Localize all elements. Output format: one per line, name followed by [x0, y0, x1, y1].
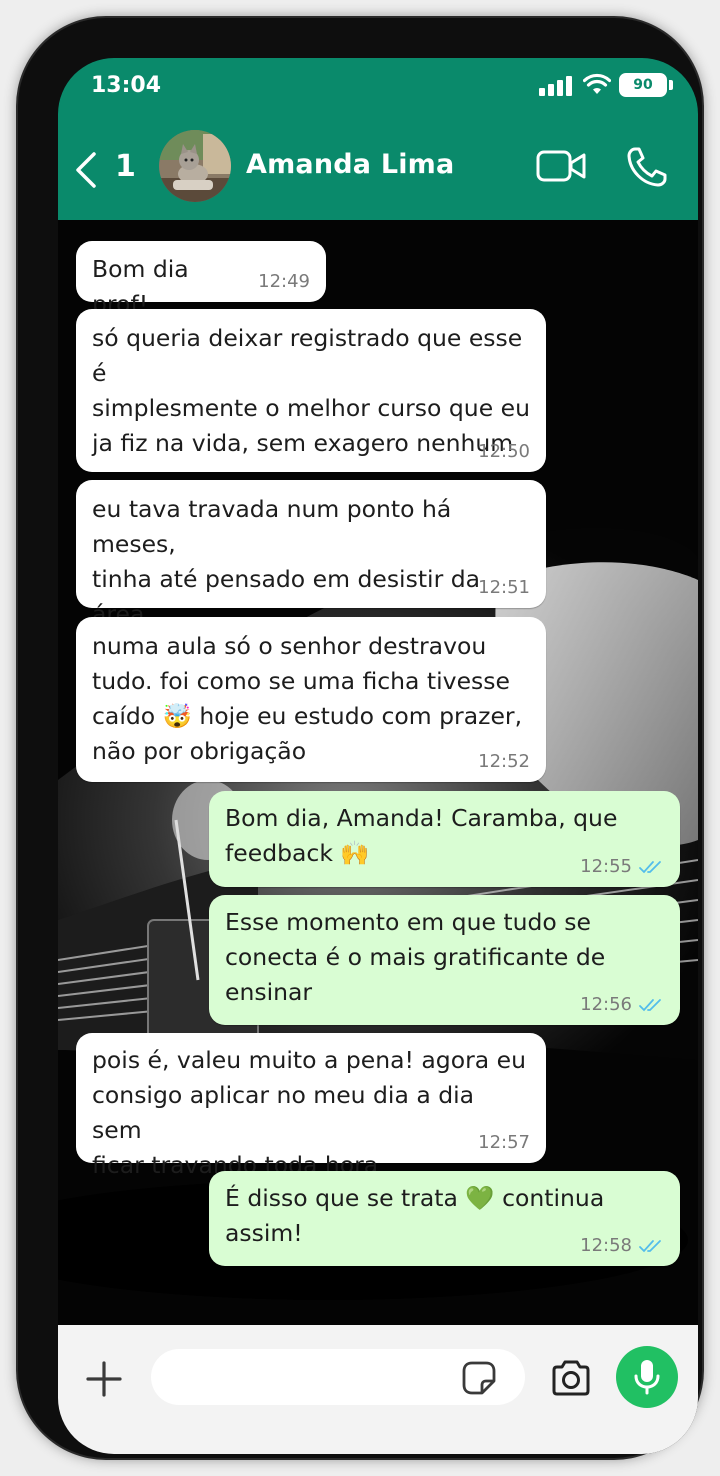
message-time: 12:56: [580, 994, 632, 1015]
message-timestamp: 12:55: [580, 857, 664, 877]
plus-icon: [86, 1361, 122, 1397]
incoming-message[interactable]: numa aula só o senhor destravou tudo. fo…: [76, 617, 546, 782]
double-check-icon: [639, 999, 661, 1012]
unread-count[interactable]: 1: [115, 149, 136, 184]
incoming-message[interactable]: pois é, valeu muito a pena! agora eu con…: [76, 1033, 546, 1179]
double-check-icon: [639, 861, 661, 874]
chat-area: Bom dia prof! 12:49 só queria deixar regis…: [58, 220, 698, 1325]
microphone-icon: [634, 1360, 660, 1395]
incoming-message[interactable]: eu tava travada num ponto há meses, tinh…: [76, 480, 546, 628]
video-call-button[interactable]: [536, 148, 588, 186]
message-time: 12:57: [478, 1132, 530, 1153]
message-time: 12:50: [478, 441, 530, 462]
input-bar: [58, 1325, 698, 1454]
sticker-button[interactable]: [458, 1357, 500, 1399]
message-timestamp: 12:56: [580, 995, 664, 1015]
chat-header: 13:04 90 1 Amanda Lima: [58, 58, 698, 220]
battery-tip: [669, 80, 673, 90]
message-timestamp: 12:52: [478, 752, 530, 772]
message-time: 12:58: [580, 1235, 632, 1256]
avatar[interactable]: [159, 130, 231, 202]
message-timestamp: 12:58: [580, 1236, 664, 1256]
incoming-message[interactable]: só queria deixar registrado que esse é s…: [76, 309, 546, 472]
outgoing-message[interactable]: É disso que se trata 💚 continua assim! 12…: [209, 1171, 680, 1266]
add-attachment-button[interactable]: [86, 1361, 122, 1397]
outgoing-message[interactable]: Esse momento em que tudo se conecta é o …: [209, 895, 680, 1025]
sticker-icon: [462, 1361, 496, 1395]
chevron-left-icon: [76, 152, 96, 188]
message-timestamp: 12:51: [478, 578, 530, 598]
message-text: eu tava travada num ponto há meses, tinh…: [92, 495, 481, 628]
message-time: 12:55: [580, 856, 632, 877]
wifi-icon: [583, 73, 611, 94]
signal-icon: [539, 76, 573, 96]
voice-message-button[interactable]: [616, 1346, 678, 1408]
incoming-message[interactable]: Bom dia prof! 12:49: [76, 241, 326, 318]
message-text: só queria deixar registrado que esse é s…: [92, 324, 530, 457]
phone-frame: 13:04 90 1 Amanda Lima Bom dia prof! 12:…: [18, 18, 702, 1458]
battery-level: 90: [633, 77, 653, 93]
video-camera-icon: [536, 150, 586, 182]
phone-screen: 13:04 90 1 Amanda Lima Bom dia prof! 12:…: [58, 58, 698, 1454]
phone-icon: [627, 147, 667, 187]
message-timestamp: 12:57: [478, 1133, 530, 1153]
double-check-icon: [639, 1240, 661, 1253]
contact-name[interactable]: Amanda Lima: [246, 149, 454, 180]
voice-call-button[interactable]: [626, 146, 668, 188]
message-text: pois é, valeu muito a pena! agora eu con…: [92, 1046, 526, 1179]
camera-icon: [552, 1360, 590, 1396]
outgoing-message[interactable]: Bom dia, Amanda! Caramba, que feedback 🙌…: [209, 791, 680, 887]
message-text: numa aula só o senhor destravou tudo. fo…: [92, 632, 523, 765]
status-time: 13:04: [91, 73, 162, 98]
message-time: 12:51: [478, 577, 530, 598]
message-time: 12:52: [478, 751, 530, 772]
message-timestamp: 12:49: [258, 272, 310, 292]
message-time: 12:49: [258, 271, 310, 292]
message-timestamp: 12:50: [478, 442, 530, 462]
battery-icon: 90: [619, 73, 667, 97]
camera-button[interactable]: [550, 1359, 592, 1397]
